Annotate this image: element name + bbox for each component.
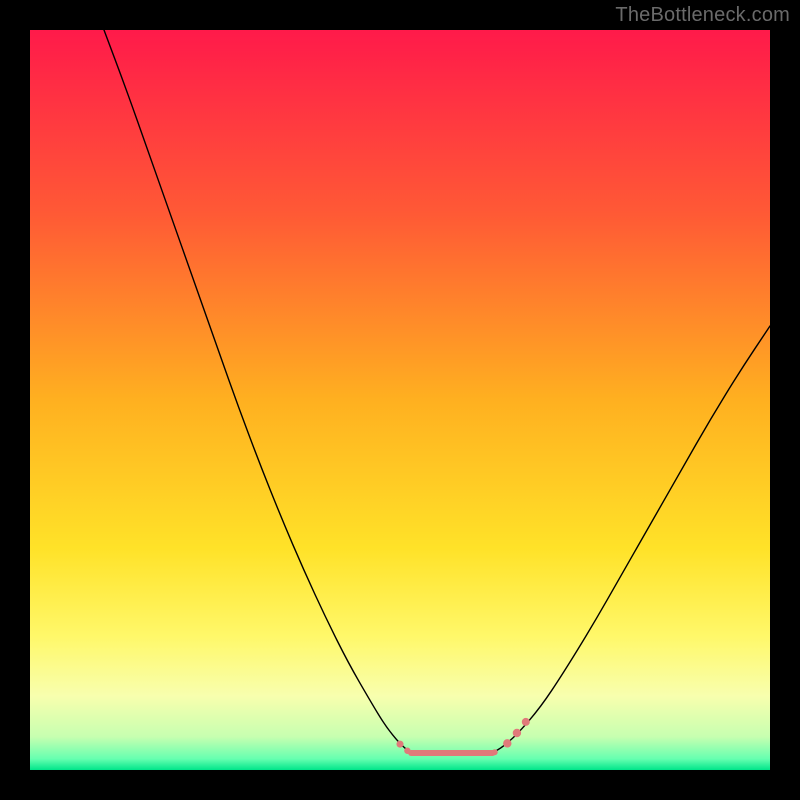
marker-5: [522, 718, 530, 726]
marker-2: [492, 749, 498, 755]
marker-0: [397, 741, 404, 748]
plot-area: [30, 30, 770, 770]
chart-frame: TheBottleneck.com: [0, 0, 800, 800]
marker-4: [513, 729, 521, 737]
chart-svg: [30, 30, 770, 770]
marker-3: [503, 739, 511, 747]
watermark-text: TheBottleneck.com: [615, 4, 790, 27]
chart-background: [30, 30, 770, 770]
marker-1: [404, 748, 410, 754]
